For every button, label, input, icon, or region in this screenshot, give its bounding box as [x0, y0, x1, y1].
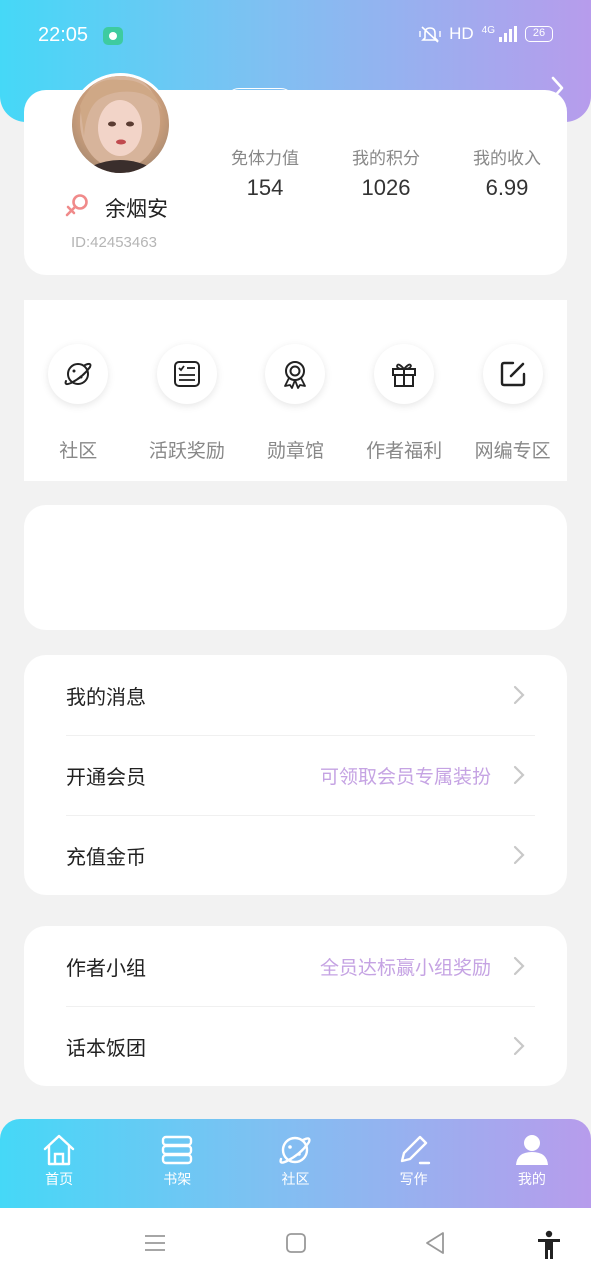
- tab-label: 书架: [163, 1172, 192, 1188]
- grid-icon-circle: [48, 344, 109, 404]
- app-notification-icon: [103, 27, 123, 45]
- home-icon: [43, 1134, 75, 1166]
- grid-item-activity-rewards[interactable]: 活跃奖励: [133, 344, 242, 481]
- list-item-messages[interactable]: 我的消息: [24, 655, 567, 735]
- planet-icon: [279, 1136, 312, 1164]
- bottom-tab-bar: 首页 书架 社区 写作 我的: [0, 1119, 591, 1208]
- row-label: 话本饭团: [66, 1035, 146, 1060]
- list-item-recharge[interactable]: 充值金币: [24, 815, 567, 895]
- system-navigation-bar: [0, 1208, 591, 1280]
- stat-value: 1026: [361, 175, 411, 200]
- bookshelf-icon: [162, 1135, 193, 1165]
- grid-item-community[interactable]: 社区: [24, 344, 133, 481]
- level-badge: Lv8: [226, 88, 294, 114]
- stat-points[interactable]: 我的积分 1026: [331, 144, 441, 201]
- planet-icon: [64, 362, 92, 386]
- user-id: ID:42453463: [71, 234, 157, 251]
- status-bar: 22:05 HD 4G 26: [0, 0, 591, 72]
- tab-community[interactable]: 社区: [255, 1133, 335, 1189]
- stat-value: 154: [246, 175, 284, 200]
- gift-icon: [392, 363, 417, 387]
- stat-value: 6.99: [485, 175, 529, 200]
- grid-label: 社区: [59, 440, 98, 462]
- back-icon[interactable]: [423, 1230, 447, 1256]
- stat-label: 免体力值: [231, 149, 299, 169]
- signal-strength-icon: [499, 26, 517, 42]
- grid-label: 作者福利: [366, 440, 443, 462]
- grid-label: 网编专区: [474, 440, 551, 462]
- stat-stamina[interactable]: 免体力值 154: [210, 144, 320, 201]
- chevron-right-icon: [513, 685, 525, 705]
- tab-label: 我的: [517, 1172, 546, 1188]
- tab-label: 社区: [281, 1172, 310, 1188]
- vibrate-mute-icon: [419, 25, 441, 43]
- chevron-right-icon: [513, 956, 525, 976]
- status-indicators: HD 4G 26: [419, 24, 553, 44]
- pen-icon: [400, 1135, 430, 1165]
- feature-menu-grid: 社区 活跃奖励 勋章馆 作者福利 网编专区: [24, 300, 567, 481]
- list-item-fan-club[interactable]: 话本饭团: [24, 1006, 567, 1086]
- tab-label: 首页: [45, 1172, 74, 1188]
- status-time: 22:05: [38, 24, 89, 46]
- signal-type: 4G: [481, 24, 495, 36]
- grid-label: 勋章馆: [266, 440, 324, 462]
- username: 余烟安: [105, 197, 168, 221]
- home-button-icon[interactable]: [284, 1230, 308, 1256]
- chevron-right-icon: [513, 845, 525, 865]
- list-item-membership[interactable]: 开通会员 可领取会员专属装扮: [24, 735, 567, 815]
- checklist-icon: [173, 361, 200, 387]
- recent-apps-icon[interactable]: [143, 1230, 167, 1256]
- avatar[interactable]: [69, 73, 172, 176]
- tab-mine[interactable]: 我的: [492, 1133, 572, 1189]
- battery-indicator: 26: [525, 26, 553, 42]
- grid-icon-circle: [156, 344, 217, 404]
- chevron-right-icon: [513, 1036, 525, 1056]
- row-label: 我的消息: [66, 684, 146, 709]
- stat-label: 我的积分: [352, 149, 420, 169]
- stat-income[interactable]: 我的收入 6.99: [452, 144, 562, 201]
- row-label: 充值金币: [66, 844, 146, 869]
- network-type: HD: [449, 24, 474, 43]
- settings-group-1: 我的消息 开通会员 可领取会员专属装扮 充值金币: [24, 655, 567, 895]
- tab-home[interactable]: 首页: [19, 1133, 99, 1189]
- row-label: 作者小组: [66, 955, 146, 980]
- grid-icon-circle: [374, 344, 435, 404]
- grid-item-editor-zone[interactable]: 网编专区: [458, 344, 567, 481]
- edit-icon: [500, 361, 525, 387]
- row-hint: 全员达标赢小组奖励: [319, 956, 491, 979]
- chevron-right-icon: [513, 765, 525, 785]
- list-item-author-group[interactable]: 作者小组 全员达标赢小组奖励: [24, 926, 567, 1006]
- grid-icon-circle: [265, 344, 326, 404]
- person-icon: [515, 1135, 548, 1165]
- grid-icon-circle: [482, 344, 543, 404]
- grid-item-author-benefits[interactable]: 作者福利: [350, 344, 459, 481]
- female-gender-icon: [65, 194, 88, 217]
- row-hint: 可领取会员专属装扮: [319, 765, 491, 788]
- settings-group-2: 作者小组 全员达标赢小组奖励 话本饭团: [24, 926, 567, 1086]
- tab-write[interactable]: 写作: [374, 1133, 454, 1189]
- tab-bookshelf[interactable]: 书架: [137, 1133, 217, 1189]
- row-label: 开通会员: [66, 764, 146, 789]
- grid-item-medal-hall[interactable]: 勋章馆: [241, 344, 350, 481]
- banner-placeholder: [24, 505, 567, 630]
- medal-icon: [284, 361, 307, 389]
- grid-label: 活跃奖励: [148, 440, 225, 462]
- accessibility-icon[interactable]: [535, 1230, 563, 1260]
- stat-label: 我的收入: [473, 149, 541, 169]
- tab-label: 写作: [399, 1172, 428, 1188]
